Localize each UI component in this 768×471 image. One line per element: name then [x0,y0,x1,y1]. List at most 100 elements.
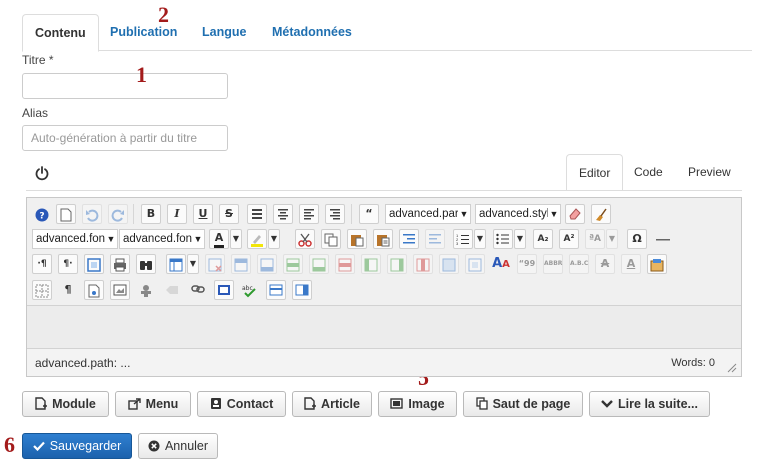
character-case-dropdown[interactable]: ▼ [606,229,618,249]
cut-icon[interactable] [295,229,315,249]
redo-icon[interactable] [108,204,128,224]
new-document-icon[interactable] [56,204,76,224]
delete-col-icon[interactable] [413,254,433,274]
col-after-icon[interactable] [387,254,407,274]
insert-image-button[interactable]: Image [378,391,457,417]
alias-input[interactable] [22,125,228,151]
indent-icon[interactable] [399,229,419,249]
editor-content-area[interactable] [27,306,741,348]
bullet-list-dropdown[interactable]: ▼ [514,229,526,249]
undo-icon[interactable] [82,204,102,224]
paste-text-icon[interactable] [373,229,393,249]
print-icon[interactable] [110,254,130,274]
outdent-icon[interactable] [425,229,445,249]
row-before-icon[interactable] [231,254,251,274]
numbered-list-dropdown[interactable]: ▼ [474,229,486,249]
insert-image-icon[interactable] [214,280,234,300]
italic-button[interactable]: I [167,204,187,224]
numbered-list-icon[interactable]: 123 [453,229,473,249]
highlight-color-icon[interactable] [247,229,267,249]
chevron-down-icon: ▼ [189,259,197,268]
font-color-dropdown[interactable]: ▼ [230,229,242,249]
align-right-icon[interactable] [299,204,319,224]
tab-publication[interactable]: Publication [98,14,189,51]
font-color-button[interactable]: A [209,229,229,249]
tab-langue[interactable]: Langue [190,14,258,51]
layer-icon[interactable] [292,280,312,300]
align-left-icon[interactable] [247,204,267,224]
style-select[interactable]: advanced.styl ▼ [475,204,561,224]
copy-icon[interactable] [321,229,341,249]
template-icon[interactable] [647,254,667,274]
justify-icon[interactable] [325,204,345,224]
col-before-icon[interactable] [361,254,381,274]
superscript-button[interactable]: A² [559,229,579,249]
horizontal-rule-icon[interactable] [653,229,673,249]
merge-cells-icon[interactable] [439,254,459,274]
clean-up-icon[interactable] [591,204,611,224]
paragraph-format-select[interactable]: advanced.par ▼ [385,204,471,224]
font-family-select[interactable]: advanced.fon ▼ [32,229,118,249]
resize-grip-icon[interactable] [725,361,737,373]
insert-page-break-button[interactable]: Saut de page [463,391,583,417]
insert-module-button[interactable]: Module [22,391,109,417]
cell-properties-icon[interactable] [465,254,485,274]
delete-row-icon[interactable] [335,254,355,274]
widget-icon[interactable] [136,280,156,300]
visual-aid-icon[interactable] [32,280,52,300]
align-center-icon[interactable] [273,204,293,224]
save-button[interactable]: Sauvegarder [22,433,132,459]
cancel-button[interactable]: Annuler [138,433,218,459]
font-size-select[interactable]: advanced.fon ▼ [119,229,205,249]
tab-contenu[interactable]: Contenu [22,14,99,52]
clear-formatting-icon[interactable] [565,204,585,224]
underline-button[interactable]: U [193,204,213,224]
fullscreen-icon[interactable] [84,254,104,274]
strikethrough-button[interactable]: S [219,204,239,224]
insert-menu-button[interactable]: Menu [115,391,191,417]
ltr-icon[interactable]: ·¶ [32,254,52,274]
abbr-icon[interactable]: ABBR [543,254,563,274]
row-properties-icon[interactable] [283,254,303,274]
styles-icon[interactable]: AA [491,254,511,274]
split-row-icon[interactable] [309,254,329,274]
toggle-editor-icon[interactable] [266,280,286,300]
tab-preview[interactable]: Preview [676,154,743,190]
row-after-icon[interactable] [257,254,277,274]
editor-toolbar: ? B I U S “ advanced.par ▼ advanced.styl… [27,198,741,306]
insert-read-more-button[interactable]: Lire la suite... [589,391,710,417]
blockquote-icon[interactable]: “ [359,204,379,224]
acronym-icon[interactable]: A.B.C [569,254,589,274]
power-toggle-icon[interactable] [34,165,50,181]
file-add-icon [304,397,317,410]
delete-table-icon[interactable] [205,254,225,274]
tab-metadonnees[interactable]: Métadonnées [260,14,364,51]
spellcheck-icon[interactable]: abc [240,280,260,300]
bold-button[interactable]: B [141,204,161,224]
table-dropdown[interactable]: ▼ [187,254,199,274]
cite-icon[interactable]: “99 [517,254,537,274]
title-input[interactable] [22,73,228,99]
tab-editor[interactable]: Editor [566,154,624,191]
highlight-color-dropdown[interactable]: ▼ [268,229,280,249]
special-character-button[interactable]: Ω [627,229,647,249]
show-blocks-icon[interactable]: ¶ [58,280,78,300]
rtl-icon[interactable]: ¶· [58,254,78,274]
insert-media-icon[interactable] [110,280,130,300]
styles-glyph: AA [492,256,510,271]
character-case-icon[interactable]: ªA [585,229,605,249]
paste-icon[interactable] [347,229,367,249]
deletion-icon[interactable]: A [595,254,615,274]
search-icon[interactable] [136,254,156,274]
bullet-list-icon[interactable] [493,229,513,249]
anchor-icon[interactable] [162,280,182,300]
insert-file-icon[interactable] [84,280,104,300]
insert-contact-button[interactable]: Contact [197,391,286,417]
table-icon[interactable] [166,254,186,274]
help-icon[interactable]: ? [32,204,52,224]
subscript-button[interactable]: A₂ [533,229,553,249]
insertion-icon[interactable]: A [621,254,641,274]
link-icon[interactable] [188,280,208,300]
tab-code[interactable]: Code [622,154,675,190]
insert-article-button[interactable]: Article [292,391,372,417]
